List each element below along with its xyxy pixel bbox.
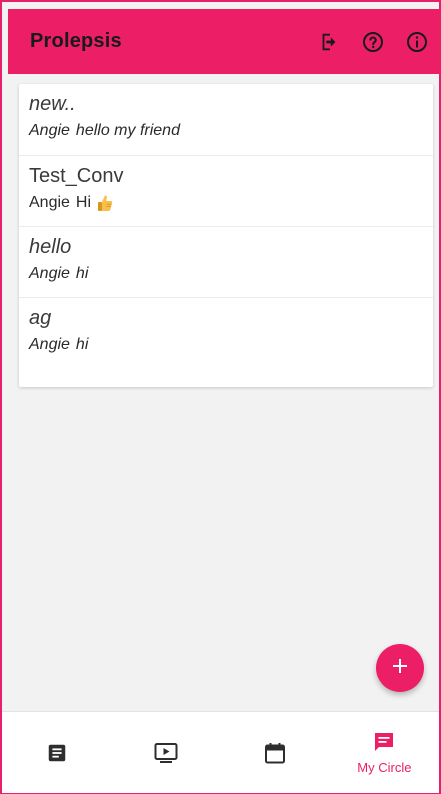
conversation-item[interactable]: hello Angie hi	[19, 226, 433, 297]
conversation-item[interactable]: new.. Angie hello my friend	[19, 84, 433, 155]
video-play-icon	[153, 741, 179, 765]
thumbs-up-emoji-icon	[97, 194, 113, 212]
conversation-message: Hi	[75, 194, 92, 211]
conversation-message: hi	[75, 336, 89, 353]
plus-icon	[390, 656, 410, 681]
chat-icon	[372, 730, 396, 754]
help-button[interactable]	[353, 22, 393, 62]
nav-item-videos[interactable]	[111, 712, 220, 793]
conversation-message: hello my friend	[75, 122, 180, 139]
conversation-item[interactable]: ag Angie hi	[19, 297, 433, 368]
conversation-preview: Angie Hi	[29, 193, 433, 213]
conversation-preview: Angie hi	[29, 335, 433, 355]
conversation-sender: Angie	[29, 336, 70, 353]
nav-label-my-circle: My Circle	[357, 760, 412, 775]
nav-item-my-circle[interactable]: My Circle	[330, 712, 439, 793]
calendar-icon	[263, 741, 287, 765]
bottom-navigation: My Circle	[2, 711, 439, 793]
add-conversation-button[interactable]	[376, 644, 424, 692]
logout-button[interactable]	[309, 22, 349, 62]
article-icon	[46, 742, 68, 764]
conversation-title: Test_Conv	[29, 165, 124, 187]
conversation-title: new..	[29, 93, 76, 115]
conversation-sender: Angie	[29, 194, 70, 211]
help-circle-icon	[361, 30, 385, 54]
app-bar: Prolepsis	[8, 9, 441, 74]
conversation-preview: Angie hi	[29, 264, 433, 284]
conversation-sender: Angie	[29, 122, 70, 139]
conversation-item[interactable]: Test_Conv Angie Hi	[19, 155, 433, 226]
app-title: Prolepsis	[30, 30, 122, 52]
app-actions	[309, 9, 441, 74]
conversation-title: hello	[29, 236, 72, 258]
conversation-sender: Angie	[29, 265, 70, 282]
info-icon	[405, 30, 429, 54]
nav-item-articles[interactable]	[2, 712, 111, 793]
conversation-message: hi	[75, 265, 89, 282]
conversation-title: ag	[29, 307, 52, 329]
nav-item-calendar[interactable]	[221, 712, 330, 793]
conversation-preview: Angie hello my friend	[29, 121, 433, 141]
conversation-list: new.. Angie hello my friend Test_Conv An…	[19, 84, 433, 387]
logout-icon	[318, 31, 340, 53]
info-button[interactable]	[397, 22, 437, 62]
